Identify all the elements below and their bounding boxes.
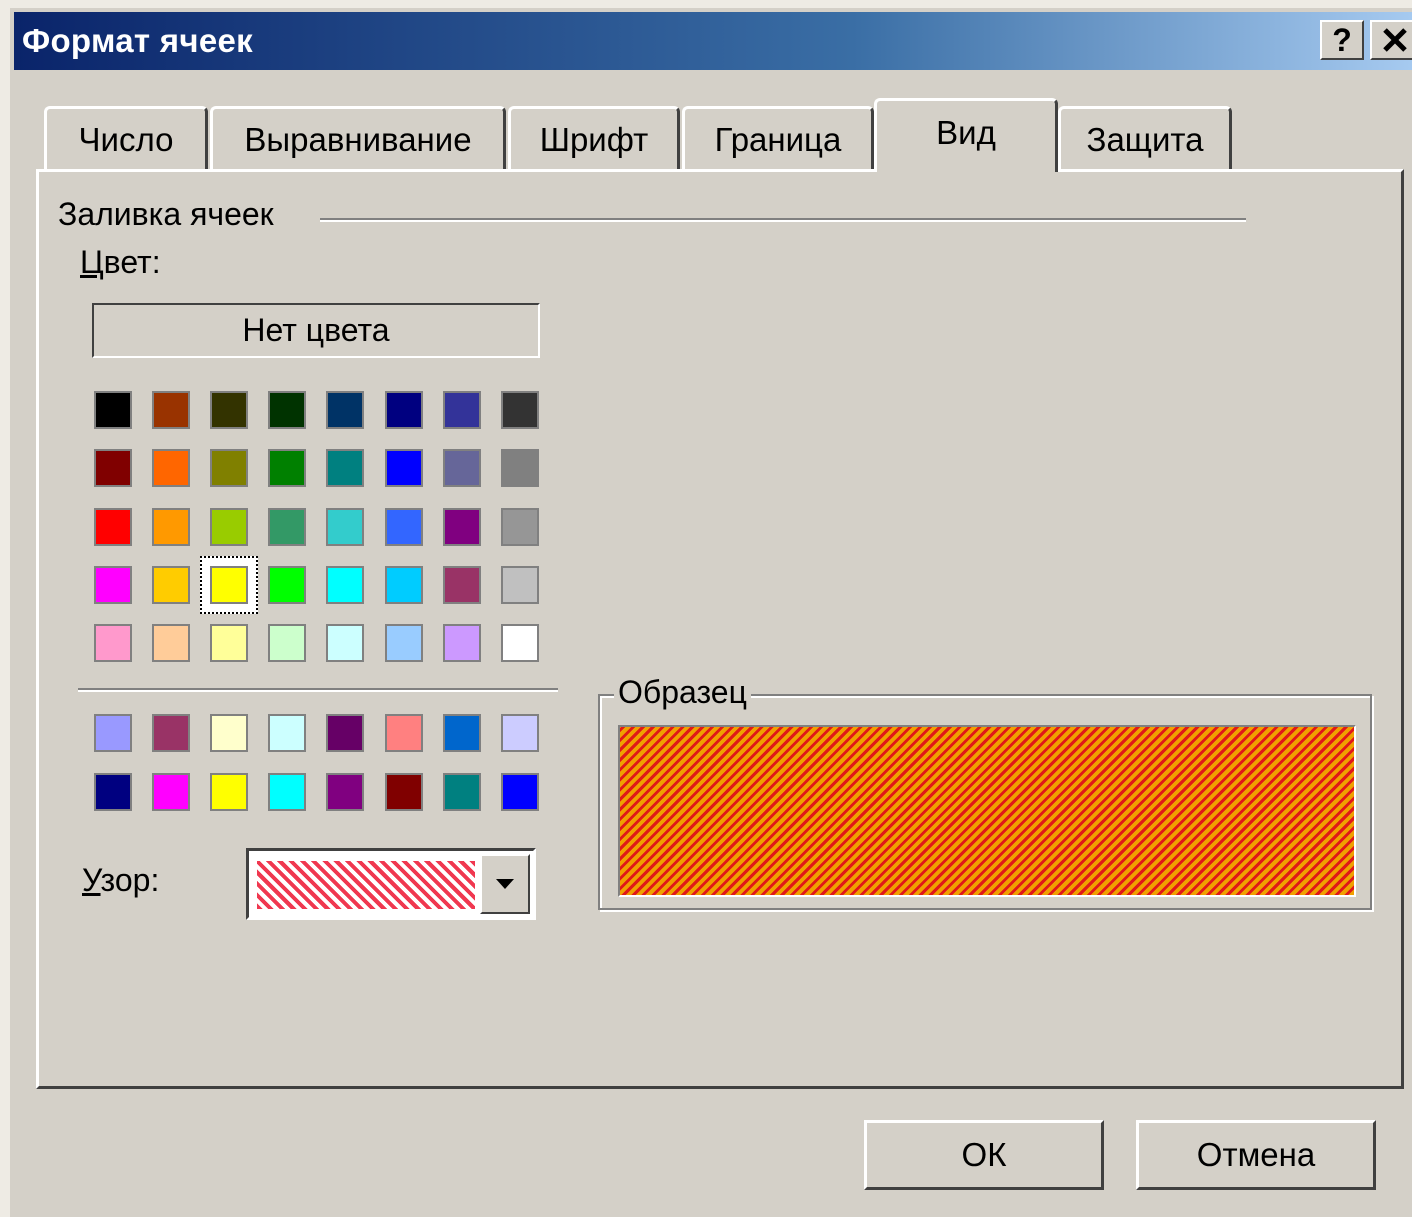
color-swatch[interactable] [210,391,248,429]
color-swatch[interactable] [385,773,423,811]
color-swatch[interactable] [501,714,539,752]
color-swatch[interactable] [385,508,423,546]
color-swatch[interactable] [152,508,190,546]
color-swatch[interactable] [326,624,364,662]
color-swatch[interactable] [443,391,481,429]
color-swatch[interactable] [94,714,132,752]
color-swatch[interactable] [94,391,132,429]
group-divider [320,218,1246,222]
color-swatch[interactable] [443,508,481,546]
color-swatch[interactable] [210,714,248,752]
color-swatch[interactable] [94,508,132,546]
color-swatch[interactable] [268,773,306,811]
color-label-accel: Ц [80,244,104,280]
pattern-dropdown-button[interactable] [480,854,530,914]
color-swatch[interactable] [385,624,423,662]
color-swatch[interactable] [268,391,306,429]
color-swatch[interactable] [210,566,248,604]
cell-shading-group-label: Заливка ячеек [58,196,274,232]
color-swatch[interactable] [268,449,306,487]
color-swatch[interactable] [268,566,306,604]
color-swatch[interactable] [385,714,423,752]
color-swatch[interactable] [385,566,423,604]
color-swatch[interactable] [152,714,190,752]
color-swatch[interactable] [210,508,248,546]
color-swatch[interactable] [268,714,306,752]
color-swatch[interactable] [501,773,539,811]
pattern-label-text: зор: [100,862,160,898]
color-swatch[interactable] [443,773,481,811]
color-label-text: вет: [103,244,161,280]
color-swatch[interactable] [501,391,539,429]
color-swatch[interactable] [443,714,481,752]
color-swatch[interactable] [326,773,364,811]
pattern-label-accel: У [82,862,101,898]
color-swatch[interactable] [443,624,481,662]
selected-pattern-preview [257,861,475,909]
chevron-down-icon [496,879,514,889]
color-swatch[interactable] [326,449,364,487]
sample-preview [618,725,1356,897]
pattern-dropdown[interactable] [246,848,536,920]
color-label: Цвет: [80,244,161,281]
color-swatch[interactable] [326,391,364,429]
pattern-label: Узор: [82,862,159,899]
color-swatch[interactable] [443,449,481,487]
color-swatch[interactable] [326,566,364,604]
format-cells-dialog: Формат ячеек ? Число Выравнивание Шрифт … [0,0,1412,1217]
color-swatch[interactable] [152,391,190,429]
color-swatch[interactable] [501,508,539,546]
color-swatch[interactable] [268,508,306,546]
color-swatch[interactable] [94,624,132,662]
color-swatch[interactable] [94,566,132,604]
color-swatch[interactable] [152,624,190,662]
color-swatch[interactable] [326,714,364,752]
color-swatch[interactable] [326,508,364,546]
color-swatch[interactable] [210,449,248,487]
no-color-button[interactable]: Нет цвета [92,303,540,358]
color-swatch[interactable] [94,449,132,487]
color-swatch[interactable] [385,449,423,487]
palette-divider [78,688,558,692]
color-swatch[interactable] [501,449,539,487]
color-swatch[interactable] [501,624,539,662]
color-swatch[interactable] [268,624,306,662]
color-swatch[interactable] [210,624,248,662]
sample-label: Образец [614,674,751,711]
color-swatch[interactable] [152,449,190,487]
color-swatch[interactable] [501,566,539,604]
color-swatch[interactable] [210,773,248,811]
color-swatch[interactable] [152,566,190,604]
color-swatch[interactable] [152,773,190,811]
color-swatch[interactable] [385,391,423,429]
color-swatch[interactable] [443,566,481,604]
color-swatch[interactable] [94,773,132,811]
